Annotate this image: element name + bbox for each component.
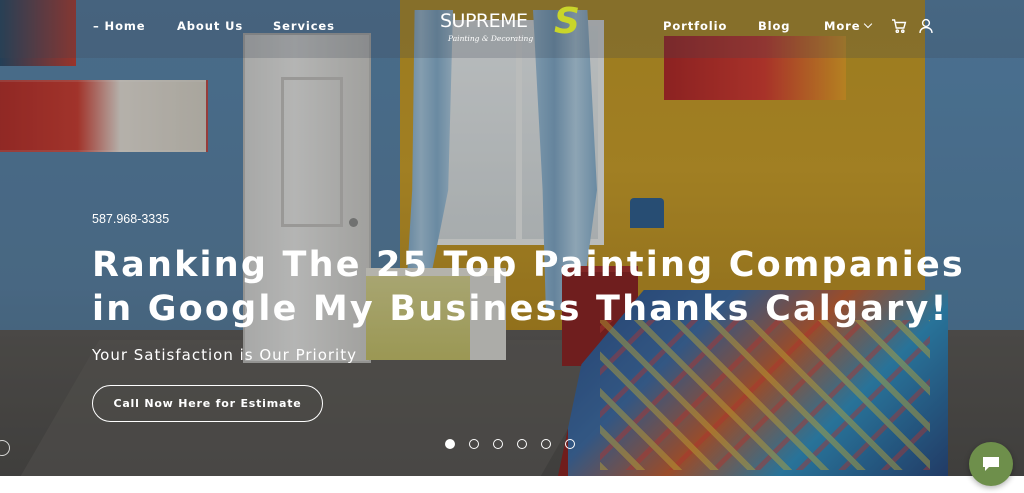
nav-more-label: More <box>824 19 861 33</box>
nav-more-dropdown[interactable]: More <box>824 19 873 33</box>
logo-tagline: Painting & Decorating <box>448 34 534 43</box>
slider-dot[interactable] <box>565 439 575 449</box>
chat-icon <box>983 457 999 471</box>
logo-monogram: S <box>554 1 580 42</box>
nav-services-link[interactable]: Services <box>273 19 335 33</box>
slider-dot[interactable] <box>445 439 455 449</box>
phone-number[interactable]: 587.968-3335 <box>92 212 169 226</box>
slider-dot[interactable] <box>517 439 527 449</box>
nav-portfolio-link[interactable]: Portfolio <box>663 19 727 33</box>
chat-button[interactable] <box>969 442 1013 486</box>
slider-dot[interactable] <box>541 439 551 449</box>
slider-dot[interactable] <box>469 439 479 449</box>
hero-headline: Ranking The 25 Top Painting Companies in… <box>92 245 965 329</box>
user-icon[interactable] <box>918 18 934 34</box>
nav-home-link[interactable]: – Home <box>93 19 145 33</box>
nav-about-link[interactable]: About Us <box>177 19 243 33</box>
nav-blog-link[interactable]: Blog <box>758 19 790 33</box>
slider-dots <box>445 439 575 451</box>
cart-icon[interactable] <box>891 18 907 34</box>
logo-wordmark: SUPREME <box>440 10 528 32</box>
chevron-down-icon <box>864 19 873 29</box>
call-estimate-button[interactable]: Call Now Here for Estimate <box>92 385 323 422</box>
site-logo[interactable]: SUPREME Painting & Decorating S <box>436 4 592 50</box>
slider-dot[interactable] <box>493 439 503 449</box>
hero-tagline: Your Satisfaction is Our Priority <box>92 346 357 364</box>
